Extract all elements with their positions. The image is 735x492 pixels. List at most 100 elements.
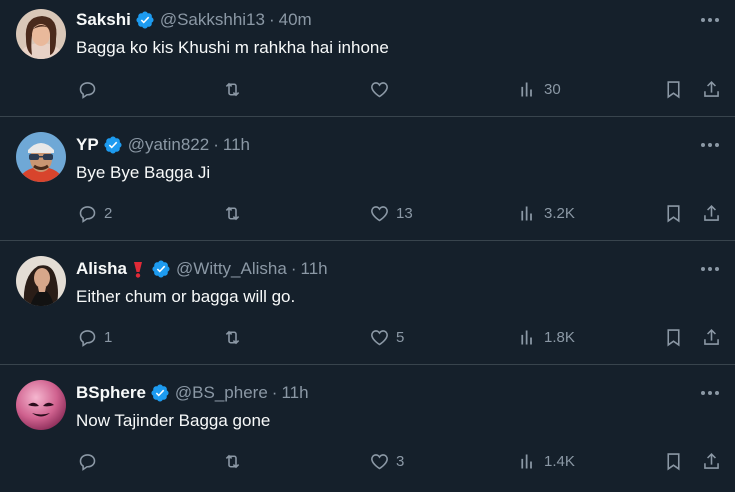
bookmark-button[interactable] (663, 77, 684, 101)
repost-icon (225, 454, 240, 468)
tweet-header: BSphere @BS_phere · 11h (76, 383, 309, 403)
views-count: 3.2K (544, 204, 575, 222)
reply-icon (79, 81, 96, 99)
views-icon (521, 330, 532, 344)
views-count: 1.8K (544, 328, 575, 346)
views-button[interactable]: 1.8K (517, 325, 575, 349)
tweet-header: YP @yatin822 · 11h (76, 135, 250, 155)
timestamp[interactable]: 40m (279, 10, 312, 30)
tweet-header: Alisha @Witty_Alisha · 11h (76, 259, 328, 279)
separator-dot: · (268, 10, 275, 29)
separator-dot: · (213, 135, 219, 154)
more-icon[interactable] (699, 10, 721, 30)
tweet-text: Either chum or bagga will go. (76, 287, 296, 306)
reply-count: 1 (104, 328, 113, 346)
more-icon[interactable] (699, 259, 721, 279)
views-icon (521, 206, 532, 220)
display-name[interactable]: Sakshi (76, 10, 131, 30)
display-name[interactable]: BSphere (76, 383, 146, 403)
like-button[interactable]: 13 (369, 201, 413, 225)
tweet-text: Bagga ko kis Khushi m rahkha hai inhone (76, 38, 389, 57)
like-icon (371, 453, 388, 469)
tweet-yp[interactable]: YP @yatin822 · 11h Bye Bye Bagga Ji 2 13 (0, 117, 735, 241)
views-count: 30 (544, 80, 561, 98)
tweet-text: Bye Bye Bagga Ji (76, 163, 211, 182)
like-button[interactable] (369, 77, 396, 101)
repost-button[interactable] (222, 201, 249, 225)
tweet-sakshi[interactable]: Sakshi @Sakkshhi13 · 40m Bagga ko kis Kh… (0, 0, 735, 117)
bookmark-button[interactable] (663, 201, 684, 225)
share-button[interactable] (701, 201, 722, 225)
tweet-header: Sakshi @Sakkshhi13 · 40m (76, 10, 312, 30)
share-button[interactable] (701, 77, 722, 101)
reply-button[interactable] (77, 77, 104, 101)
reply-count: 2 (104, 204, 113, 222)
avatar-alisha[interactable] (16, 256, 66, 306)
repost-icon (225, 330, 240, 344)
user-handle[interactable]: @yatin822 (128, 135, 210, 155)
views-count: 1.4K (544, 452, 575, 470)
share-icon (704, 80, 719, 97)
like-button[interactable]: 5 (369, 325, 404, 349)
share-icon (704, 452, 719, 469)
like-count: 13 (396, 204, 413, 222)
tweet-actions: 1 5 1.8K (0, 325, 735, 349)
views-icon (521, 454, 532, 468)
bookmark-icon (667, 452, 680, 470)
like-count: 3 (396, 452, 405, 470)
reply-icon (79, 329, 96, 347)
tweet-alisha[interactable]: Alisha @Witty_Alisha · 11h Either chum o… (0, 241, 735, 365)
verified-badge-icon (151, 259, 171, 279)
share-button[interactable] (701, 325, 722, 349)
timestamp[interactable]: 11h (281, 383, 308, 403)
more-icon[interactable] (699, 383, 721, 403)
like-icon (371, 81, 388, 97)
tweet-actions: 30 (0, 77, 735, 101)
display-name[interactable]: YP (76, 135, 99, 155)
reply-button[interactable] (77, 449, 104, 473)
repost-icon (225, 206, 240, 220)
reply-icon (79, 205, 96, 223)
bookmark-icon (667, 328, 680, 346)
user-handle[interactable]: @Witty_Alisha (176, 259, 287, 279)
like-button[interactable]: 3 (369, 449, 404, 473)
share-icon (704, 204, 719, 221)
tweet-actions: 3 1.4K (0, 449, 735, 473)
share-button[interactable] (701, 449, 722, 473)
repost-icon (225, 82, 240, 96)
tweet-actions: 2 13 3.2K (0, 201, 735, 225)
avatar-yp[interactable] (16, 132, 66, 182)
exclamation-emoji (129, 259, 147, 279)
tweet-bsphere[interactable]: BSphere @BS_phere · 11h Now Tajinder Bag… (0, 365, 735, 492)
avatar-bsphere[interactable] (16, 380, 66, 430)
verified-badge-icon (103, 135, 123, 155)
views-icon (521, 82, 532, 96)
verified-badge-icon (135, 10, 155, 30)
reply-button[interactable]: 1 (77, 325, 112, 349)
like-icon (371, 205, 388, 221)
repost-button[interactable] (222, 325, 249, 349)
user-handle[interactable]: @Sakkshhi13 (160, 10, 265, 30)
views-button[interactable]: 30 (517, 77, 561, 101)
reply-button[interactable]: 2 (77, 201, 112, 225)
bookmark-button[interactable] (663, 449, 684, 473)
like-count: 5 (396, 328, 405, 346)
repost-button[interactable] (222, 449, 249, 473)
reply-icon (79, 453, 96, 471)
user-handle[interactable]: @BS_phere (175, 383, 268, 403)
timestamp[interactable]: 11h (223, 135, 250, 155)
views-button[interactable]: 1.4K (517, 449, 575, 473)
repost-button[interactable] (222, 77, 249, 101)
reply-feed: Sakshi @Sakkshhi13 · 40m Bagga ko kis Kh… (0, 0, 735, 492)
display-name[interactable]: Alisha (76, 259, 127, 279)
timestamp[interactable]: 11h (301, 259, 328, 279)
avatar-sakshi[interactable] (16, 9, 66, 59)
verified-badge-icon (150, 383, 170, 403)
views-button[interactable]: 3.2K (517, 201, 575, 225)
separator-dot: · (271, 383, 278, 402)
like-icon (371, 329, 388, 345)
separator-dot: · (290, 259, 297, 278)
share-icon (704, 328, 719, 345)
more-icon[interactable] (699, 135, 721, 155)
bookmark-button[interactable] (663, 325, 684, 349)
